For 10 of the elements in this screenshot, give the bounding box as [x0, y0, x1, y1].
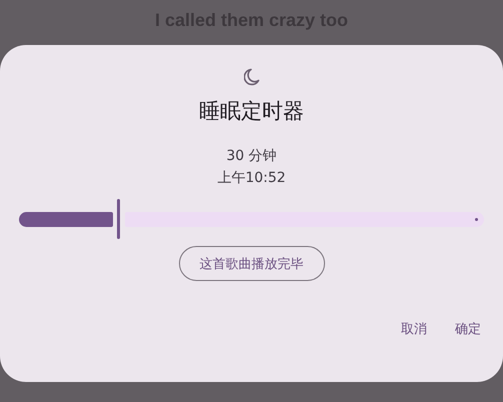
duration-text: 30 分钟 [226, 147, 277, 166]
cancel-button[interactable]: 取消 [395, 314, 433, 344]
end-of-song-button[interactable]: 这首歌曲播放完毕 [178, 246, 324, 281]
slider-handle[interactable] [116, 199, 120, 239]
moon-icon [244, 68, 260, 86]
confirm-button[interactable]: 确定 [449, 314, 487, 344]
stop-dot [475, 218, 478, 220]
timer-slider[interactable] [19, 199, 484, 239]
end-time-text: 上午10:52 [217, 169, 286, 188]
dialog-title: 睡眠定时器 [199, 98, 304, 124]
